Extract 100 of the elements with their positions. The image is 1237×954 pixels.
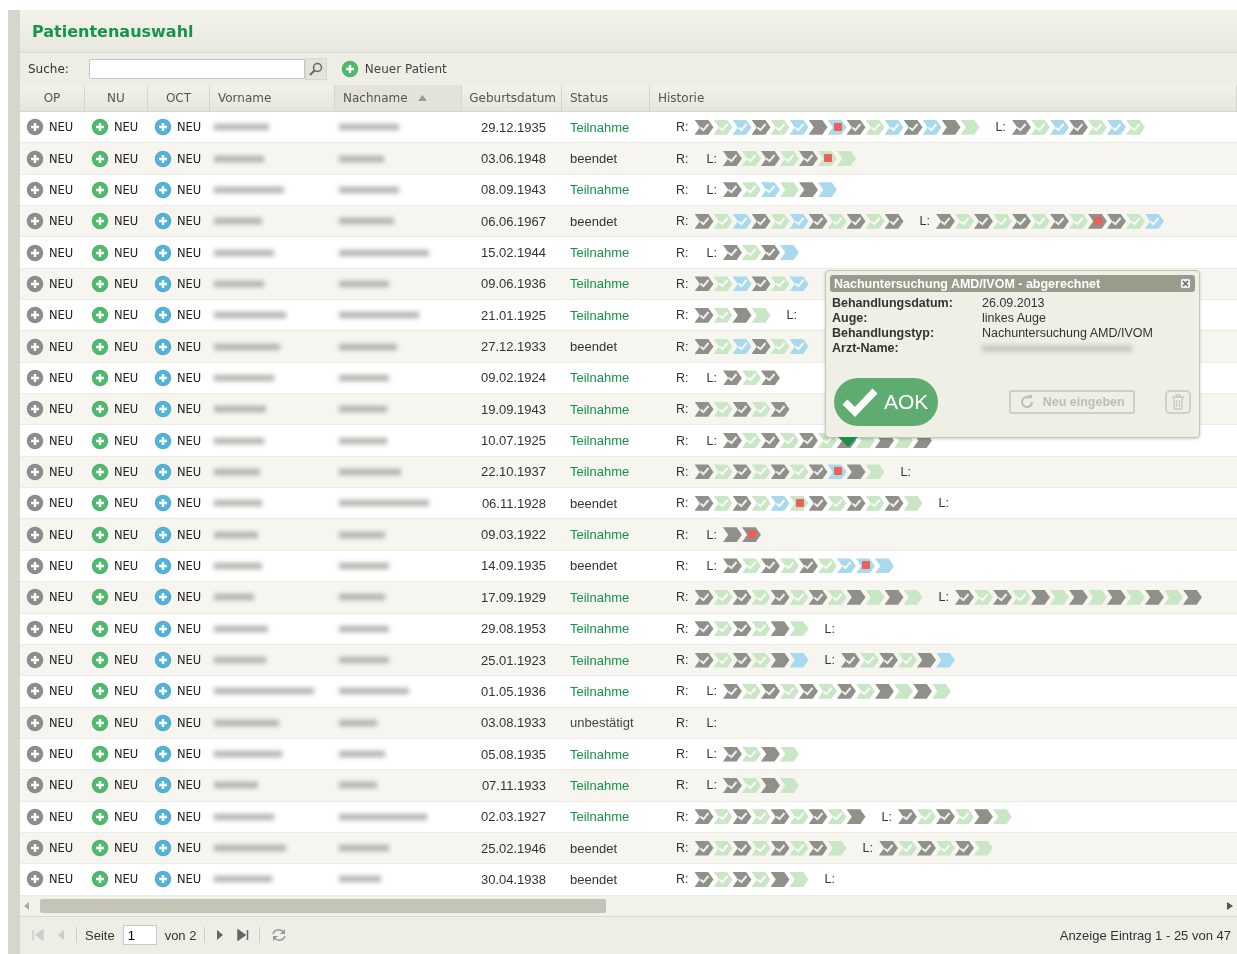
new-entry-link[interactable]: NEU <box>114 778 139 793</box>
table-row[interactable]: NEU NEU NEU 02.03.1927 Teilnahme R: L: <box>20 801 1237 833</box>
new-entry-link[interactable]: NEU <box>49 621 74 636</box>
new-entry-link[interactable]: NEU <box>177 402 202 417</box>
new-entry-link[interactable]: NEU <box>177 276 202 291</box>
new-entry-link[interactable]: NEU <box>177 684 202 699</box>
new-entry-link[interactable]: NEU <box>114 120 139 135</box>
new-entry-link[interactable]: NEU <box>114 715 139 730</box>
new-entry-link[interactable]: NEU <box>177 433 202 448</box>
new-entry-link[interactable]: NEU <box>177 559 202 573</box>
new-entry-link[interactable]: NEU <box>177 778 202 793</box>
new-entry-link[interactable]: NEU <box>49 276 74 291</box>
new-entry-link[interactable]: NEU <box>49 527 74 542</box>
page-number-field[interactable]: 1 <box>122 925 157 946</box>
new-entry-link[interactable]: NEU <box>114 747 139 762</box>
table-row[interactable]: NEU NEU NEU 17.09.1929 Teilnahme R: L: <box>20 582 1237 614</box>
column-header[interactable]: Geburtsdatum <box>462 85 562 111</box>
new-patient-button[interactable]: Neuer Patient <box>336 60 451 78</box>
new-entry-link[interactable]: NEU <box>49 684 74 699</box>
new-entry-link[interactable]: NEU <box>114 308 139 323</box>
new-entry-link[interactable]: NEU <box>177 496 202 511</box>
new-entry-link[interactable]: NEU <box>49 464 74 479</box>
column-header[interactable]: Historie <box>650 85 1237 111</box>
table-row[interactable]: NEU NEU NEU 30.04.1938 beendet R: L: <box>20 864 1237 896</box>
new-entry-link[interactable]: NEU <box>177 590 202 605</box>
new-entry-link[interactable]: NEU <box>114 872 139 887</box>
new-entry-link[interactable]: NEU <box>49 151 74 166</box>
new-entry-link[interactable]: NEU <box>49 214 74 229</box>
table-row[interactable]: NEU NEU NEU 15.02.1944 Teilnahme R: L: <box>20 237 1237 269</box>
column-header[interactable]: Status <box>562 85 650 111</box>
new-entry-link[interactable]: NEU <box>114 214 139 229</box>
new-entry-link[interactable]: NEU <box>49 433 74 448</box>
new-entry-link[interactable]: NEU <box>49 402 74 417</box>
new-entry-link[interactable]: NEU <box>177 182 202 197</box>
new-entry-link[interactable]: NEU <box>177 809 202 824</box>
new-entry-link[interactable]: NEU <box>177 621 202 636</box>
new-entry-link[interactable]: NEU <box>49 370 74 385</box>
new-entry-link[interactable]: NEU <box>177 464 202 479</box>
new-entry-link[interactable]: NEU <box>49 496 74 511</box>
new-entry-link[interactable]: NEU <box>114 841 139 856</box>
new-entry-link[interactable]: NEU <box>114 245 139 260</box>
new-entry-link[interactable]: NEU <box>177 370 202 385</box>
new-entry-link[interactable]: NEU <box>177 151 202 166</box>
new-entry-link[interactable]: NEU <box>49 308 74 323</box>
table-row[interactable]: NEU NEU NEU 01.05.1936 Teilnahme R: L: <box>20 676 1237 708</box>
new-entry-link[interactable]: NEU <box>49 841 74 856</box>
new-entry-link[interactable]: NEU <box>114 653 139 667</box>
new-entry-link[interactable]: NEU <box>114 433 139 448</box>
table-row[interactable]: NEU NEU NEU 09.03.1922 Teilnahme R: L: <box>20 519 1237 551</box>
new-entry-link[interactable]: NEU <box>177 841 202 856</box>
new-entry-link[interactable]: NEU <box>177 214 202 229</box>
table-row[interactable]: NEU NEU NEU 06.06.1967 beendet R: L: <box>20 206 1237 238</box>
new-entry-link[interactable]: NEU <box>177 747 202 762</box>
new-entry-link[interactable]: NEU <box>49 778 74 793</box>
new-entry-link[interactable]: NEU <box>114 402 139 417</box>
column-header[interactable]: OP <box>20 85 85 111</box>
new-entry-link[interactable]: NEU <box>177 715 202 730</box>
table-row[interactable]: NEU NEU NEU 22.10.1937 Teilnahme R: L: <box>20 456 1237 489</box>
new-entry-link[interactable]: NEU <box>177 872 202 887</box>
column-header[interactable]: OCT <box>148 85 210 111</box>
new-entry-link[interactable]: NEU <box>49 339 74 354</box>
new-entry-link[interactable]: NEU <box>114 370 139 385</box>
new-entry-link[interactable]: NEU <box>114 464 139 479</box>
new-entry-link[interactable]: NEU <box>177 653 202 667</box>
table-row[interactable]: NEU NEU NEU 25.02.1946 beendet R: L: <box>20 832 1237 865</box>
status-text: Teilnahme <box>569 307 631 323</box>
eye-label: L: <box>706 527 717 542</box>
new-entry-link[interactable]: NEU <box>177 120 202 135</box>
table-row[interactable]: NEU NEU NEU 03.06.1948 beendet R: L: <box>20 143 1237 175</box>
new-entry-link[interactable]: NEU <box>49 715 74 730</box>
new-entry-link[interactable]: NEU <box>49 182 74 197</box>
new-entry-link[interactable]: NEU <box>49 653 74 667</box>
new-entry-link[interactable]: NEU <box>114 590 139 605</box>
new-entry-link[interactable]: NEU <box>114 151 139 166</box>
new-entry-link[interactable]: NEU <box>49 559 74 573</box>
new-entry-link[interactable]: NEU <box>49 747 74 762</box>
table-row[interactable]: NEU NEU NEU 29.08.1953 Teilnahme R: L: <box>20 613 1237 645</box>
table-row[interactable]: NEU NEU NEU 25.01.1923 Teilnahme R: L: <box>20 644 1237 677</box>
table-row[interactable]: NEU NEU NEU 03.08.1933 unbestätigt R: L: <box>20 707 1237 739</box>
new-entry-link[interactable]: NEU <box>114 276 139 291</box>
new-entry-link[interactable]: NEU <box>114 527 139 542</box>
new-entry-link[interactable]: NEU <box>114 182 139 197</box>
new-entry-link[interactable]: NEU <box>49 245 74 260</box>
new-entry-link[interactable]: NEU <box>114 684 139 699</box>
new-entry-link[interactable]: NEU <box>49 120 74 135</box>
new-entry-link[interactable]: NEU <box>114 809 139 824</box>
column-header[interactable]: NU <box>85 85 148 111</box>
new-entry-link[interactable]: NEU <box>114 339 139 354</box>
new-entry-link[interactable]: NEU <box>114 559 139 573</box>
new-entry-link[interactable]: NEU <box>114 496 139 511</box>
new-entry-link[interactable]: NEU <box>49 590 74 605</box>
new-entry-link[interactable]: NEU <box>177 527 202 542</box>
new-entry-link[interactable]: NEU <box>49 872 74 887</box>
new-entry-link[interactable]: NEU <box>177 245 202 260</box>
table-row[interactable]: NEU NEU NEU 07.11.1933 Teilnahme R: L: <box>20 770 1237 802</box>
new-entry-link[interactable]: NEU <box>177 308 202 323</box>
new-entry-link[interactable]: NEU <box>177 339 202 354</box>
new-entry-link[interactable]: NEU <box>114 621 139 636</box>
new-entry-link[interactable]: NEU <box>49 809 74 824</box>
column-header[interactable]: Nachname <box>335 85 462 111</box>
